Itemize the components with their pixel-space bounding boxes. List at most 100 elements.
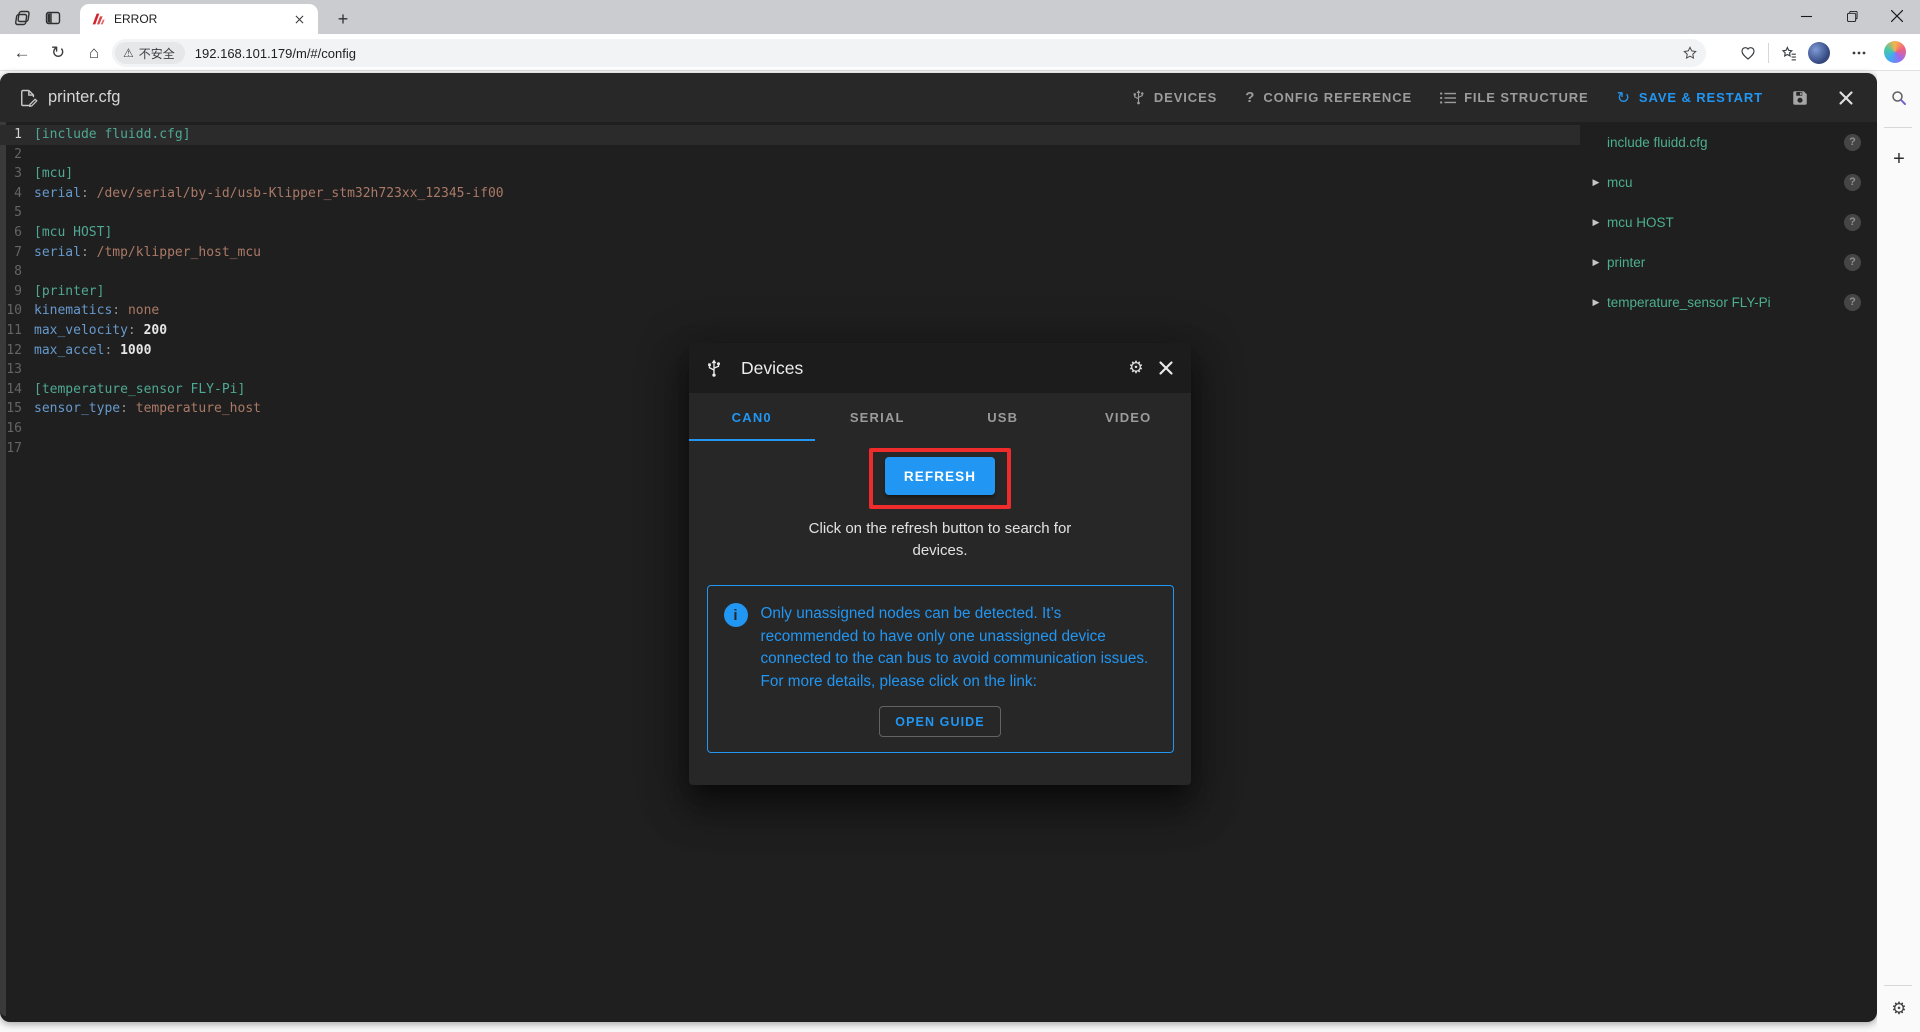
code-text: [mcu HOST] xyxy=(34,223,112,243)
code-line: 2 xyxy=(0,145,1580,165)
window-close-button[interactable] xyxy=(1874,0,1920,32)
help-icon[interactable]: ? xyxy=(1844,294,1861,311)
sidebar-settings-icon[interactable]: ⚙ xyxy=(1885,995,1913,1023)
line-number: 16 xyxy=(0,419,34,439)
code-line: 7serial: /tmp/klipper_host_mcu xyxy=(0,243,1580,263)
save-button[interactable] xyxy=(1781,80,1819,116)
browser-tab[interactable]: ERROR xyxy=(80,4,318,34)
usb-icon xyxy=(699,353,729,383)
sidebar-search-icon[interactable] xyxy=(1885,84,1913,112)
structure-item[interactable]: include fluidd.cfg? xyxy=(1585,122,1877,162)
expand-arrow-icon[interactable]: ▶ xyxy=(1585,297,1607,308)
question-icon: ? xyxy=(1245,89,1255,106)
structure-item[interactable]: ▶mcu? xyxy=(1585,162,1877,202)
line-number: 5 xyxy=(0,203,34,223)
home-icon[interactable]: ⌂ xyxy=(80,39,108,67)
dialog-close-icon[interactable] xyxy=(1151,353,1181,383)
code-text: kinematics: none xyxy=(34,301,159,321)
save-restart-button[interactable]: ↻ SAVE & RESTART xyxy=(1607,80,1773,116)
help-icon[interactable]: ? xyxy=(1844,174,1861,191)
editor-header: printer.cfg DEVICES xyxy=(0,73,1877,122)
dialog-tab-video[interactable]: VIDEO xyxy=(1066,393,1192,441)
info-icon: i xyxy=(724,603,748,627)
code-text: max_accel: 1000 xyxy=(34,341,151,361)
profile-avatar[interactable] xyxy=(1808,42,1830,64)
structure-item[interactable]: ▶mcu HOST? xyxy=(1585,202,1877,242)
list-icon xyxy=(1440,91,1456,105)
usb-icon xyxy=(1131,89,1146,106)
code-line: 6[mcu HOST] xyxy=(0,223,1580,243)
code-line: 1[include fluidd.cfg] xyxy=(0,125,1580,145)
page-background: printer.cfg DEVICES xyxy=(0,71,1920,1032)
save-restart-label: SAVE & RESTART xyxy=(1639,90,1763,105)
line-number: 12 xyxy=(0,341,34,361)
expand-arrow-icon[interactable]: ▶ xyxy=(1585,177,1607,188)
code-text: [temperature_sensor FLY-Pi] xyxy=(34,380,245,400)
structure-item[interactable]: ▶printer? xyxy=(1585,242,1877,282)
toolbar-divider xyxy=(1768,43,1769,63)
help-icon[interactable]: ? xyxy=(1844,134,1861,151)
editor-close-button[interactable] xyxy=(1827,80,1865,116)
edge-sidebar-strip: + ⚙ xyxy=(1877,71,1920,1032)
file-structure-label: FILE STRUCTURE xyxy=(1464,90,1589,105)
window-restore-button[interactable] xyxy=(1829,0,1875,32)
favorite-star-icon[interactable] xyxy=(1678,41,1702,65)
code-text: sensor_type: temperature_host xyxy=(34,399,261,419)
dialog-tab-can0[interactable]: CAN0 xyxy=(689,393,815,441)
config-reference-button[interactable]: ? CONFIG REFERENCE xyxy=(1235,80,1422,116)
editor-title: printer.cfg xyxy=(48,88,120,107)
warning-icon: ⚠ xyxy=(123,46,134,60)
devices-label: DEVICES xyxy=(1154,90,1217,105)
dialog-title: Devices xyxy=(741,358,1121,379)
code-line: 3[mcu] xyxy=(0,164,1580,184)
line-number: 17 xyxy=(0,439,34,459)
config-reference-label: CONFIG REFERENCE xyxy=(1263,90,1412,105)
open-guide-button[interactable]: OPEN GUIDE xyxy=(879,706,1001,737)
copilot-icon[interactable] xyxy=(1884,41,1906,63)
window-minimize-button[interactable] xyxy=(1783,0,1829,32)
dialog-body: REFRESH Click on the refresh button to s… xyxy=(689,441,1191,785)
file-structure-button[interactable]: FILE STRUCTURE xyxy=(1430,80,1599,116)
code-text: serial: /dev/serial/by-id/usb-Klipper_st… xyxy=(34,184,504,204)
sidebar-divider-bottom xyxy=(1884,985,1912,986)
expand-arrow-icon[interactable]: ▶ xyxy=(1585,257,1607,268)
expand-arrow-icon[interactable]: ▶ xyxy=(1585,217,1607,228)
tab-close-icon[interactable] xyxy=(290,10,308,28)
more-menu-icon[interactable] xyxy=(1846,40,1872,66)
code-text: [mcu] xyxy=(34,164,73,184)
sidebar-divider xyxy=(1884,127,1912,128)
dialog-settings-icon[interactable]: ⚙ xyxy=(1121,353,1151,383)
help-icon[interactable]: ? xyxy=(1844,214,1861,231)
browser-toolbar: ← ↻ ⌂ ⚠ 不安全 192.168.101.179/m/#/config xyxy=(0,34,1920,71)
code-line: 9[printer] xyxy=(0,282,1580,302)
refresh-hint-text: Click on the refresh button to search fo… xyxy=(795,518,1085,562)
browser-tab-bar: ERROR + xyxy=(0,0,1920,34)
devices-button[interactable]: DEVICES xyxy=(1121,80,1227,116)
sidebar-add-icon[interactable]: + xyxy=(1885,145,1913,173)
url-text: 192.168.101.179/m/#/config xyxy=(195,46,1678,61)
devices-dialog-header: Devices ⚙ xyxy=(689,343,1191,393)
tab-actions-icon[interactable] xyxy=(42,7,64,29)
line-number: 2 xyxy=(0,145,34,165)
restart-icon: ↻ xyxy=(1617,88,1631,108)
workspaces-icon[interactable] xyxy=(12,7,34,29)
back-icon[interactable]: ← xyxy=(8,39,36,67)
structure-item-label: mcu xyxy=(1607,175,1844,190)
dialog-tab-usb[interactable]: USB xyxy=(940,393,1066,441)
code-line: 5 xyxy=(0,203,1580,223)
favorites-icon[interactable] xyxy=(1776,40,1802,66)
site-security-chip[interactable]: ⚠ 不安全 xyxy=(115,42,185,64)
dialog-tab-serial[interactable]: SERIAL xyxy=(815,393,941,441)
code-text: [include fluidd.cfg] xyxy=(34,125,191,145)
refresh-button[interactable]: REFRESH xyxy=(885,457,995,495)
structure-item[interactable]: ▶temperature_sensor FLY-Pi? xyxy=(1585,282,1877,322)
code-line: 11max_velocity: 200 xyxy=(0,321,1580,341)
line-number: 8 xyxy=(0,262,34,282)
browser-essentials-icon[interactable] xyxy=(1735,40,1761,66)
line-number: 3 xyxy=(0,164,34,184)
address-bar[interactable]: ⚠ 不安全 192.168.101.179/m/#/config xyxy=(112,39,1706,67)
line-number: 7 xyxy=(0,243,34,263)
help-icon[interactable]: ? xyxy=(1844,254,1861,271)
new-tab-button[interactable]: + xyxy=(332,8,354,30)
refresh-icon[interactable]: ↻ xyxy=(44,39,72,67)
